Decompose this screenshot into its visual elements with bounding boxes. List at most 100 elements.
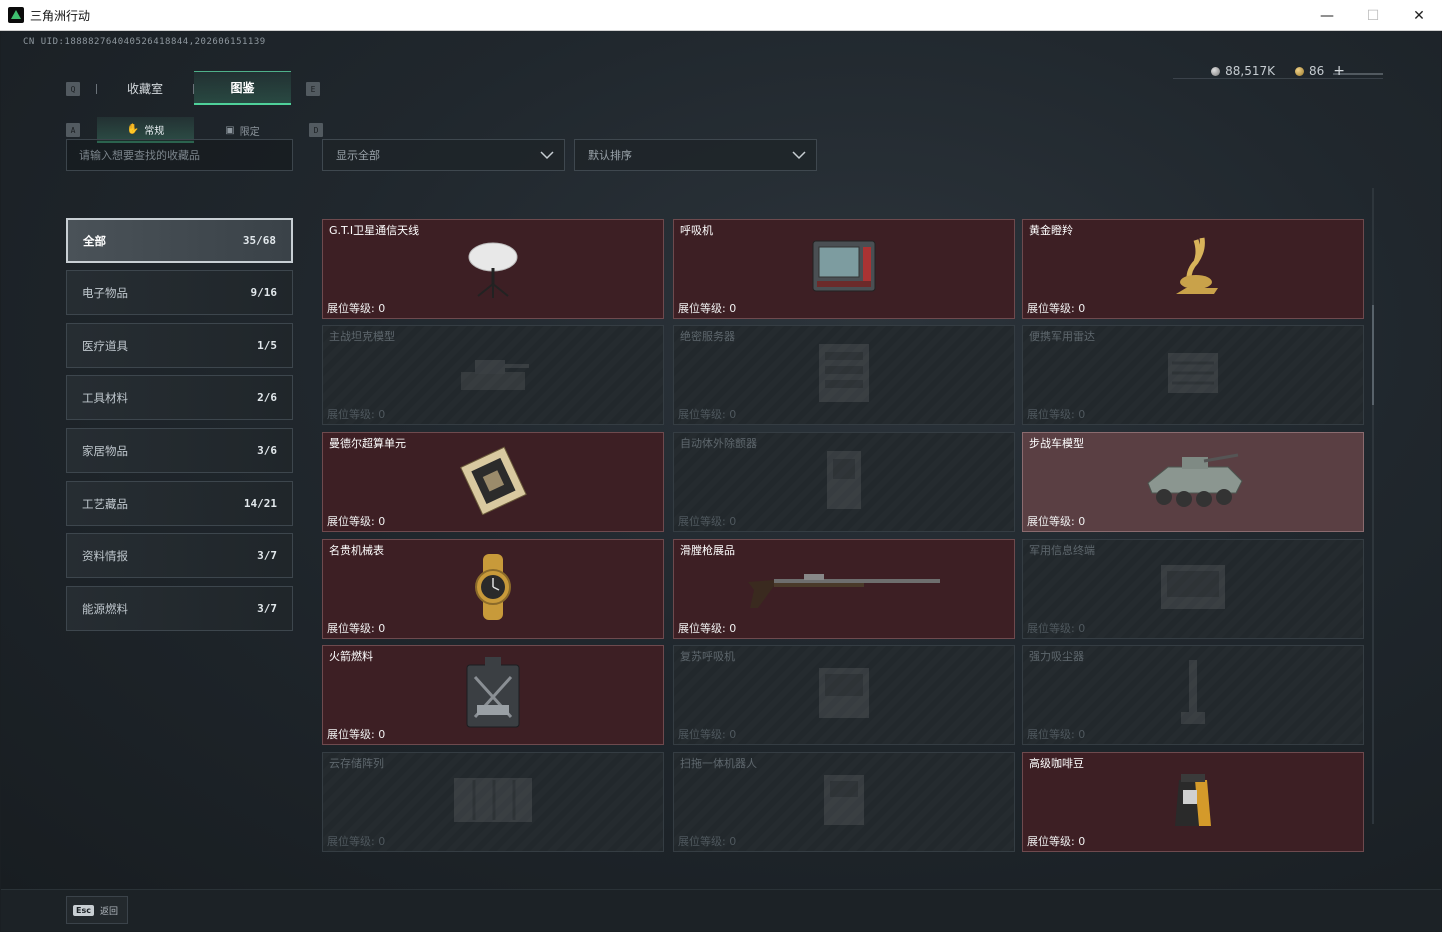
filter-dropdown[interactable]: 显示全部	[322, 139, 565, 171]
musket-icon	[744, 562, 944, 616]
item-name: G.T.I卫星通信天线	[329, 224, 420, 237]
ventilator-icon	[809, 237, 879, 301]
item-name: 强力吸尘器	[1029, 650, 1084, 663]
category-count: 35/68	[242, 234, 276, 247]
category-item[interactable]: 工艺藏品 14/21	[66, 481, 293, 526]
collection-item-card[interactable]: 云存储阵列 展位等级: 0	[322, 752, 664, 852]
category-count: 2/6	[257, 391, 277, 404]
category-item[interactable]: 医疗道具 1/5	[66, 323, 293, 368]
coffee-bag-icon	[1171, 770, 1215, 834]
collection-item-card[interactable]: 军用信息终端 展位等级: 0	[1022, 539, 1364, 639]
tank-model-icon	[453, 348, 533, 402]
collection-item-card[interactable]: 强力吸尘器展位等级: 0	[1022, 645, 1364, 745]
category-count: 1/5	[257, 339, 277, 352]
satellite-dish-icon	[458, 232, 528, 306]
category-label: 工艺藏品	[82, 496, 128, 511]
server-icon	[809, 338, 879, 412]
category-item[interactable]: 全部 35/68	[66, 218, 293, 263]
radar-icon	[1158, 343, 1228, 407]
item-name: 自动体外除颤器	[680, 437, 757, 450]
key-hint-d: D	[309, 123, 323, 137]
category-label: 全部	[83, 233, 106, 248]
resuscitator-icon	[809, 658, 879, 732]
item-name: 曼德尔超算单元	[329, 437, 406, 450]
key-hint-a: A	[66, 123, 80, 137]
key-hint-q: Q	[66, 82, 80, 96]
minimize-button[interactable]: —	[1304, 0, 1350, 31]
collection-item-card[interactable]: 绝密服务器展位等级: 0	[673, 325, 1015, 425]
item-level: 展位等级: 0	[327, 302, 386, 315]
chevron-down-icon	[792, 151, 806, 160]
silver-amount: 88,517K	[1225, 64, 1275, 78]
key-hint-e: E	[306, 82, 320, 96]
category-item[interactable]: 电子物品 9/16	[66, 270, 293, 315]
category-label: 工具材料	[82, 390, 128, 405]
collection-item-card[interactable]: 高级咖啡豆 展位等级: 0	[1022, 752, 1364, 852]
category-item[interactable]: 能源燃料 3/7	[66, 586, 293, 631]
item-name: 名贵机械表	[329, 544, 384, 557]
player-uid: CN UID:18888276404052641884​4,2026061511…	[23, 37, 266, 47]
scrollbar-thumb[interactable]	[1372, 305, 1374, 405]
scrollbar-track[interactable]	[1372, 188, 1374, 824]
chevron-down-icon	[540, 151, 554, 160]
subtab-limited-label: 限定	[239, 126, 260, 138]
collection-item-card[interactable]: 火箭燃料 展位等级: 0	[322, 645, 664, 745]
collection-item-card[interactable]: 便携军用雷达 展位等级: 0	[1022, 325, 1364, 425]
category-item[interactable]: 家居物品 3/6	[66, 428, 293, 473]
tab-collection[interactable]: 收藏室	[97, 71, 193, 105]
item-level: 展位等级: 0	[1027, 835, 1086, 848]
category-item[interactable]: 资料情报 3/7	[66, 533, 293, 578]
terminal-icon	[1153, 557, 1233, 621]
collection-item-card[interactable]: 滑膛枪展品展位等级: 0	[673, 539, 1015, 639]
sort-dropdown[interactable]: 默认排序	[574, 139, 817, 171]
subtab-normal-label: 常规	[144, 125, 165, 137]
add-currency-button[interactable]: +	[1333, 63, 1345, 79]
item-name: 主战坦克模型	[329, 330, 395, 343]
item-level: 展位等级: 0	[1027, 728, 1086, 741]
currency-bar: 88,517K 86 +	[1211, 63, 1345, 79]
back-button[interactable]: Esc 返回	[66, 896, 128, 924]
collection-item-card[interactable]: 名贵机械表展位等级: 0	[322, 539, 664, 639]
category-item[interactable]: 工具材料 2/6	[66, 375, 293, 420]
item-level: 展位等级: 0	[678, 515, 737, 528]
gold-amount: 86	[1308, 64, 1325, 78]
close-button[interactable]: ✕	[1396, 0, 1442, 31]
tab-catalog[interactable]: 图鉴	[194, 71, 291, 105]
item-name: 便携军用雷达	[1029, 330, 1095, 343]
hand-icon: ✋	[126, 123, 140, 135]
category-label: 电子物品	[82, 285, 128, 300]
gold-coin-icon	[1294, 66, 1304, 76]
filter-dropdown-label: 显示全部	[336, 149, 380, 162]
window-title: 三角洲行动	[30, 8, 91, 23]
item-name: 火箭燃料	[329, 650, 373, 663]
image-icon: ▣	[225, 124, 235, 136]
ifv-model-icon	[1138, 445, 1248, 519]
maximize-button[interactable]: ☐	[1350, 0, 1396, 31]
item-level: 展位等级: 0	[1027, 622, 1086, 635]
collection-item-card[interactable]: 自动体外除颤器 展位等级: 0	[673, 432, 1015, 532]
search-input[interactable]: 请输入想要查找的收藏品	[66, 139, 293, 171]
window-controls: — ☐ ✕	[1304, 0, 1442, 31]
collection-item-card[interactable]: 主战坦克模型 展位等级: 0	[322, 325, 664, 425]
collection-item-card[interactable]: 黄金瞪羚 展位等级: 0	[1022, 219, 1364, 319]
item-level: 展位等级: 0	[678, 408, 737, 421]
item-name: 呼吸机	[680, 224, 713, 237]
window-titlebar: 三角洲行动 — ☐ ✕	[0, 0, 1442, 31]
esc-key-hint: Esc	[73, 904, 94, 916]
collection-item-card[interactable]: G.T.I卫星通信天线 展位等级: 0	[322, 219, 664, 319]
category-count: 9/16	[250, 286, 278, 299]
item-level: 展位等级: 0	[678, 622, 737, 635]
category-label: 能源燃料	[82, 601, 128, 616]
item-level: 展位等级: 0	[678, 835, 737, 848]
collection-item-card[interactable]: 曼德尔超算单元 展位等级: 0	[322, 432, 664, 532]
item-name: 滑膛枪展品	[680, 544, 735, 557]
collection-item-card[interactable]: 步战车模型 展位等级: 0	[1022, 432, 1364, 532]
item-name: 绝密服务器	[680, 330, 735, 343]
item-level: 展位等级: 0	[327, 622, 386, 635]
category-count: 3/7	[257, 602, 277, 615]
collection-item-card[interactable]: 扫拖一体机器人 展位等级: 0	[673, 752, 1015, 852]
bottom-bar	[1, 889, 1441, 931]
watch-icon	[463, 552, 523, 626]
collection-item-card[interactable]: 复苏呼吸机 展位等级: 0	[673, 645, 1015, 745]
collection-item-card[interactable]: 呼吸机 展位等级: 0	[673, 219, 1015, 319]
